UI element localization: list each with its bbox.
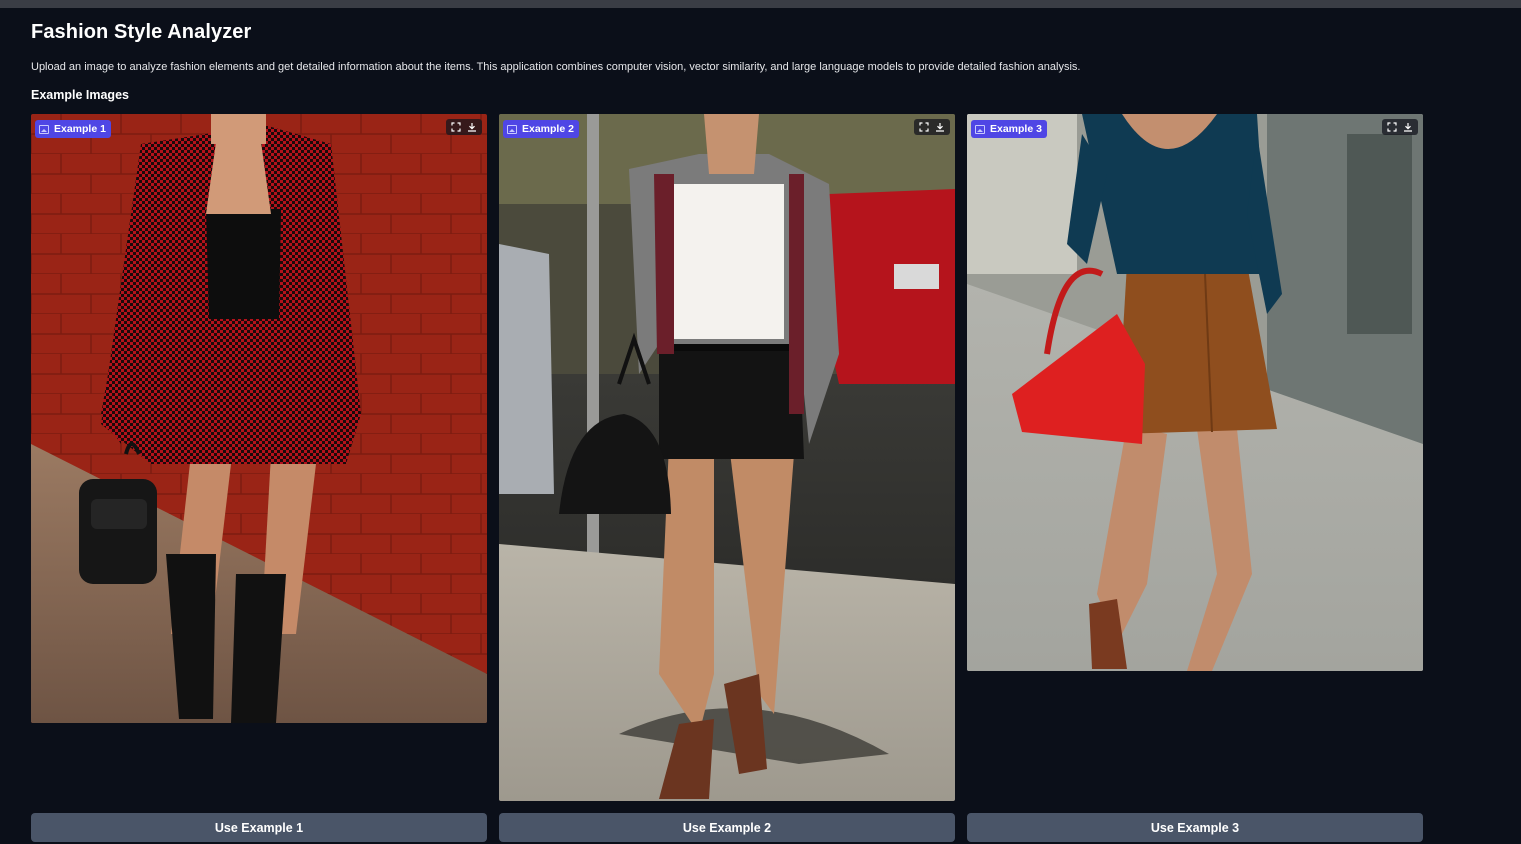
example-3-toolbar bbox=[1382, 119, 1418, 135]
example-3-badge: Example 3 bbox=[971, 120, 1047, 138]
download-icon[interactable] bbox=[465, 120, 479, 134]
example-2-label: Example 2 bbox=[522, 123, 574, 135]
use-example-2-button[interactable]: Use Example 2 bbox=[499, 813, 955, 842]
fullscreen-icon[interactable] bbox=[449, 120, 463, 134]
example-3-label: Example 3 bbox=[990, 123, 1042, 135]
image-icon bbox=[39, 124, 49, 134]
page-description: Upload an image to analyze fashion eleme… bbox=[31, 61, 1081, 73]
page-title: Fashion Style Analyzer bbox=[31, 21, 252, 43]
example-image-2[interactable]: Example 2 bbox=[499, 114, 955, 801]
use-example-3-button[interactable]: Use Example 3 bbox=[967, 813, 1423, 842]
example-1-toolbar bbox=[446, 119, 482, 135]
example-1-label: Example 1 bbox=[54, 123, 106, 135]
top-border bbox=[0, 0, 1521, 8]
use-example-1-button[interactable]: Use Example 1 bbox=[31, 813, 487, 842]
fullscreen-icon[interactable] bbox=[917, 120, 931, 134]
download-icon[interactable] bbox=[933, 120, 947, 134]
download-icon[interactable] bbox=[1401, 120, 1415, 134]
header: Fashion Style Analyzer Upload an image t… bbox=[31, 20, 1481, 103]
examples-heading: Example Images bbox=[31, 88, 129, 102]
image-icon bbox=[975, 124, 985, 134]
example-image-1[interactable]: Example 1 bbox=[31, 114, 487, 723]
example-3-photo bbox=[967, 114, 1423, 671]
example-1-photo bbox=[31, 114, 487, 723]
image-icon bbox=[507, 124, 517, 134]
example-1-badge: Example 1 bbox=[35, 120, 111, 138]
example-2-badge: Example 2 bbox=[503, 120, 579, 138]
example-2-toolbar bbox=[914, 119, 950, 135]
example-2-photo bbox=[499, 114, 955, 801]
example-image-3[interactable]: Example 3 bbox=[967, 114, 1423, 671]
fullscreen-icon[interactable] bbox=[1385, 120, 1399, 134]
